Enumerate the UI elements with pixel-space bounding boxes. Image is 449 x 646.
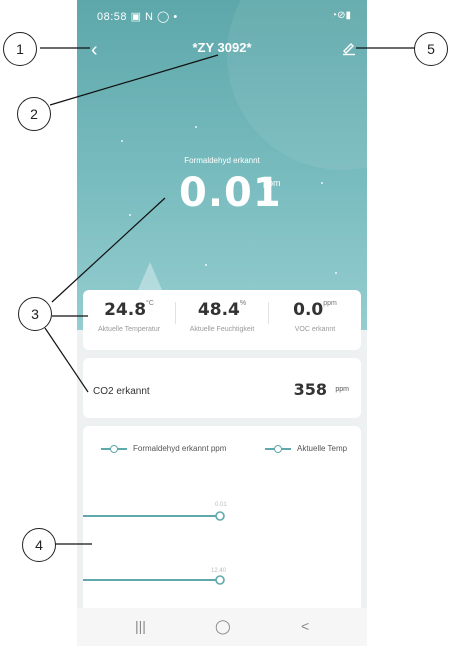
callout-marker: 3 <box>18 297 52 331</box>
callout-marker: 4 <box>22 528 56 562</box>
callout-marker: 2 <box>17 97 51 131</box>
callout-marker: 1 <box>3 32 37 66</box>
callout-lines <box>40 47 416 545</box>
callout-marker: 5 <box>414 32 448 66</box>
